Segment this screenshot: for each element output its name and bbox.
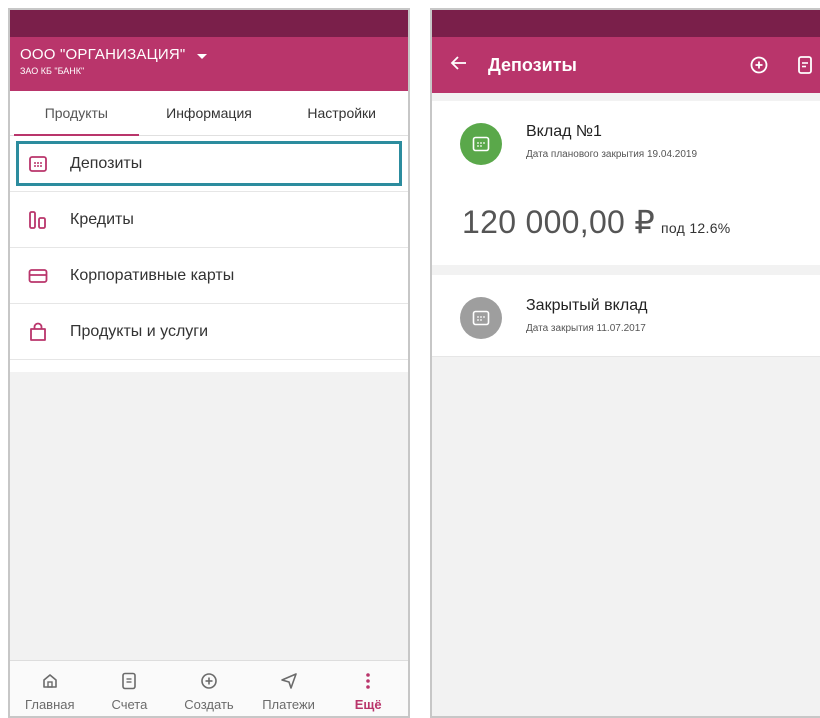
status-bar	[10, 10, 408, 37]
deposit-icon	[460, 123, 502, 165]
credit-icon	[26, 208, 50, 232]
menu-item-label: Депозиты	[70, 154, 143, 172]
deposit-icon	[460, 297, 502, 339]
bank-name: ЗАО КБ "БАНК"	[20, 66, 85, 76]
bag-icon	[26, 320, 50, 344]
document-icon	[121, 671, 137, 691]
plus-circle-icon	[200, 671, 218, 691]
add-deposit-button[interactable]	[736, 55, 782, 75]
nav-home-label: Главная	[25, 697, 75, 712]
deposit-title: Закрытый вклад	[526, 297, 648, 314]
menu-item-products-services[interactable]: Продукты и услуги	[10, 304, 408, 360]
plus-circle-icon	[750, 56, 768, 74]
menu-item-deposits[interactable]: Депозиты	[10, 136, 408, 192]
nav-payments[interactable]: Платежи	[249, 661, 329, 716]
nav-more-label: Ещё	[354, 697, 382, 712]
app-bar: Депозиты	[432, 37, 820, 93]
menu-item-label: Продукты и услуги	[70, 322, 209, 340]
menu-item-label: Кредиты	[70, 210, 134, 228]
chevron-down-icon[interactable]	[197, 54, 208, 60]
nav-accounts[interactable]: Счета	[90, 661, 170, 716]
nav-payments-label: Платежи	[262, 697, 315, 712]
page-title: Депозиты	[488, 54, 577, 75]
nav-more[interactable]: Ещё	[328, 661, 408, 716]
deposit-amount: 120 000,00 ₽	[462, 204, 656, 240]
deposit-card-active[interactable]: Вклад №1 Дата планового закрытия 19.04.2…	[432, 101, 820, 265]
deposit-icon	[26, 152, 50, 176]
document-button[interactable]	[782, 55, 820, 75]
nav-create-label: Создать	[184, 697, 234, 712]
tab-information[interactable]: Информация	[143, 91, 276, 135]
products-menu: Депозиты Кредиты Корпоративные карты Про…	[10, 136, 408, 372]
menu-item-credits[interactable]: Кредиты	[10, 192, 408, 248]
back-arrow-icon[interactable]	[450, 54, 468, 77]
menu-item-label: Корпоративные карты	[70, 266, 235, 284]
deposit-title: Вклад №1	[526, 123, 602, 140]
deposit-rate: под 12.6%	[661, 220, 731, 236]
tab-products[interactable]: Продукты	[10, 91, 143, 136]
more-vertical-icon	[365, 671, 371, 691]
tab-settings[interactable]: Настройки	[275, 91, 408, 135]
organization-selector[interactable]: ООО "ОРГАНИЗАЦИЯ" ЗАО КБ "БАНК"	[10, 37, 408, 91]
organization-name: ООО "ОРГАНИЗАЦИЯ"	[20, 46, 186, 63]
menu-item-corporate-cards[interactable]: Корпоративные карты	[10, 248, 408, 304]
send-icon	[280, 671, 298, 691]
document-icon	[798, 56, 812, 74]
deposit-card-closed[interactable]: Закрытый вклад Дата закрытия 11.07.2017	[432, 275, 820, 357]
card-icon	[26, 264, 50, 288]
nav-create[interactable]: Создать	[169, 661, 249, 716]
deposit-close-date: Дата закрытия 11.07.2017	[526, 323, 646, 334]
products-screen: ООО "ОРГАНИЗАЦИЯ" ЗАО КБ "БАНК" Продукты…	[8, 8, 410, 718]
nav-home[interactable]: Главная	[10, 661, 90, 716]
home-icon	[41, 671, 59, 691]
status-bar	[432, 10, 820, 37]
deposit-amount-row: 120 000,00 ₽ под 12.6%	[462, 203, 731, 241]
nav-accounts-label: Счета	[111, 697, 148, 712]
bottom-navigation: Главная Счета Создать Платежи Ещё	[10, 660, 408, 716]
tab-bar: Продукты Информация Настройки	[10, 91, 408, 136]
deposit-close-date: Дата планового закрытия 19.04.2019	[526, 149, 698, 160]
app-bar-actions	[736, 37, 820, 93]
deposits-screen: Депозиты Вклад №1 Дата планового закрыти…	[430, 8, 820, 718]
menu-spacer	[10, 360, 408, 372]
